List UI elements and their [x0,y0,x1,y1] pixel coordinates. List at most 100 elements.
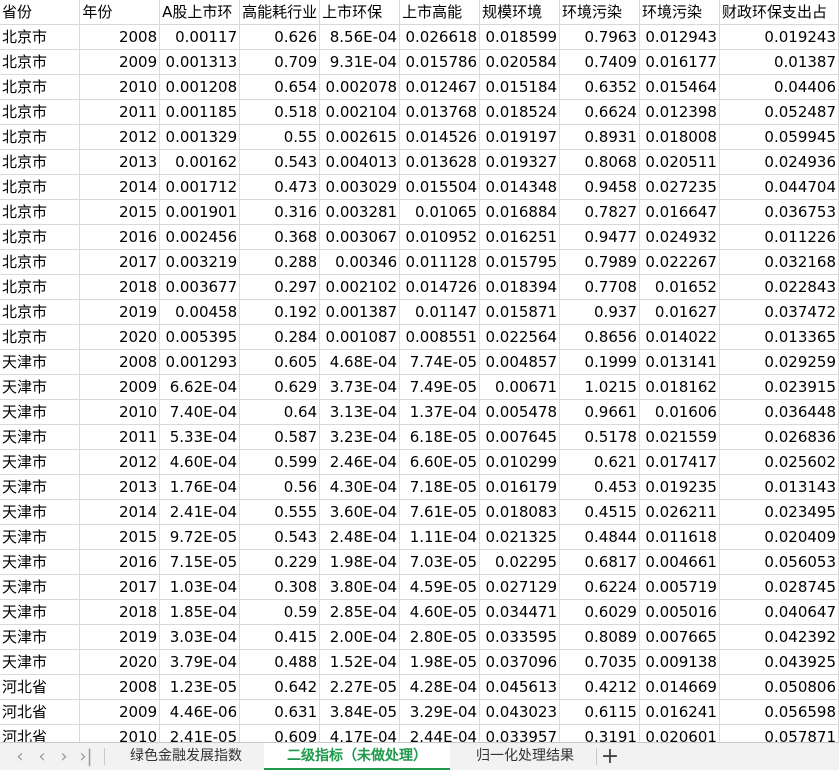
value-cell[interactable]: 0.015184 [479,74,561,100]
value-cell[interactable]: 0.018008 [639,124,720,150]
year-cell[interactable]: 2020 [79,324,161,350]
year-cell[interactable]: 2018 [79,599,161,625]
value-cell[interactable]: 1.11E-04 [399,524,481,550]
value-cell[interactable]: 0.192 [239,299,321,325]
column-header[interactable]: 上市环保 [319,0,401,25]
value-cell[interactable]: 0.9458 [559,174,640,200]
province-cell[interactable]: 天津市 [0,599,81,625]
value-cell[interactable]: 0.01627 [639,299,720,325]
province-cell[interactable]: 天津市 [0,424,81,450]
year-cell[interactable]: 2011 [79,424,161,450]
column-header[interactable]: 高能耗行业 [239,0,321,25]
value-cell[interactable]: 0.013143 [719,474,839,500]
value-cell[interactable]: 1.37E-04 [399,399,481,425]
value-cell[interactable]: 0.009138 [639,649,720,675]
value-cell[interactable]: 0.037096 [479,649,561,675]
value-cell[interactable]: 0.033595 [479,624,561,650]
value-cell[interactable]: 0.04406 [719,74,839,100]
value-cell[interactable]: 0.015786 [399,49,481,75]
value-cell[interactable]: 0.654 [239,74,321,100]
value-cell[interactable]: 0.023915 [719,374,839,400]
value-cell[interactable]: 8.56E-04 [319,24,401,50]
value-cell[interactable]: 2.41E-05 [159,724,241,742]
province-cell[interactable]: 天津市 [0,449,81,475]
value-cell[interactable]: 0.001293 [159,349,241,375]
year-cell[interactable]: 2009 [79,374,161,400]
tab-normalized-results[interactable]: 归一化处理结果 [454,743,596,770]
value-cell[interactable]: 9.72E-05 [159,524,241,550]
column-header[interactable]: 上市高能 [399,0,481,25]
value-cell[interactable]: 0.020584 [479,49,561,75]
value-cell[interactable]: 0.937 [559,299,640,325]
value-cell[interactable]: 4.68E-04 [319,349,401,375]
province-cell[interactable]: 天津市 [0,499,81,525]
value-cell[interactable]: 1.85E-04 [159,599,241,625]
value-cell[interactable]: 0.013768 [399,99,481,125]
province-cell[interactable]: 北京市 [0,274,81,300]
value-cell[interactable]: 0.014348 [479,174,561,200]
value-cell[interactable]: 0.008551 [399,324,481,350]
value-cell[interactable]: 0.9477 [559,224,640,250]
value-cell[interactable]: 0.6029 [559,599,640,625]
value-cell[interactable]: 0.4515 [559,499,640,525]
value-cell[interactable]: 0.001185 [159,99,241,125]
province-cell[interactable]: 天津市 [0,649,81,675]
year-cell[interactable]: 2015 [79,524,161,550]
value-cell[interactable]: 0.019235 [639,474,720,500]
value-cell[interactable]: 1.03E-04 [159,574,241,600]
value-cell[interactable]: 0.018599 [479,24,561,50]
value-cell[interactable]: 0.050806 [719,674,839,700]
province-cell[interactable]: 北京市 [0,124,81,150]
value-cell[interactable]: 1.23E-05 [159,674,241,700]
next-sheet-icon[interactable]: › [54,747,74,767]
value-cell[interactable]: 0.024932 [639,224,720,250]
value-cell[interactable]: 0.01147 [399,299,481,325]
province-cell[interactable]: 河北省 [0,724,81,742]
province-cell[interactable]: 北京市 [0,174,81,200]
value-cell[interactable]: 0.010952 [399,224,481,250]
value-cell[interactable]: 0.027129 [479,574,561,600]
value-cell[interactable]: 0.453 [559,474,640,500]
value-cell[interactable]: 0.709 [239,49,321,75]
value-cell[interactable]: 0.001087 [319,324,401,350]
value-cell[interactable]: 0.9661 [559,399,640,425]
year-cell[interactable]: 2011 [79,99,161,125]
value-cell[interactable]: 0.6624 [559,99,640,125]
value-cell[interactable]: 0.7963 [559,24,640,50]
value-cell[interactable]: 0.004013 [319,149,401,175]
value-cell[interactable]: 0.6224 [559,574,640,600]
value-cell[interactable]: 0.037472 [719,299,839,325]
value-cell[interactable]: 0.7708 [559,274,640,300]
value-cell[interactable]: 0.003067 [319,224,401,250]
province-cell[interactable]: 天津市 [0,624,81,650]
year-cell[interactable]: 2020 [79,649,161,675]
value-cell[interactable]: 0.609 [239,724,321,742]
value-cell[interactable]: 0.001712 [159,174,241,200]
value-cell[interactable]: 0.016241 [639,699,720,725]
value-cell[interactable]: 9.31E-04 [319,49,401,75]
value-cell[interactable]: 0.01387 [719,49,839,75]
year-cell[interactable]: 2016 [79,224,161,250]
value-cell[interactable]: 1.0215 [559,374,640,400]
value-cell[interactable]: 0.056598 [719,699,839,725]
province-cell[interactable]: 天津市 [0,374,81,400]
value-cell[interactable]: 7.49E-05 [399,374,481,400]
value-cell[interactable]: 0.6352 [559,74,640,100]
value-cell[interactable]: 0.016179 [479,474,561,500]
value-cell[interactable]: 0.001901 [159,199,241,225]
value-cell[interactable]: 2.41E-04 [159,499,241,525]
value-cell[interactable]: 0.014526 [399,124,481,150]
value-cell[interactable]: 0.005395 [159,324,241,350]
value-cell[interactable]: 0.7989 [559,249,640,275]
column-header[interactable]: 财政环保支出占 [719,0,839,25]
value-cell[interactable]: 5.33E-04 [159,424,241,450]
value-cell[interactable]: 0.020409 [719,524,839,550]
value-cell[interactable]: 0.015871 [479,299,561,325]
value-cell[interactable]: 0.029259 [719,349,839,375]
value-cell[interactable]: 6.18E-05 [399,424,481,450]
value-cell[interactable]: 0.012398 [639,99,720,125]
value-cell[interactable]: 7.15E-05 [159,549,241,575]
year-cell[interactable]: 2008 [79,24,161,50]
value-cell[interactable]: 1.98E-05 [399,649,481,675]
province-cell[interactable]: 北京市 [0,224,81,250]
